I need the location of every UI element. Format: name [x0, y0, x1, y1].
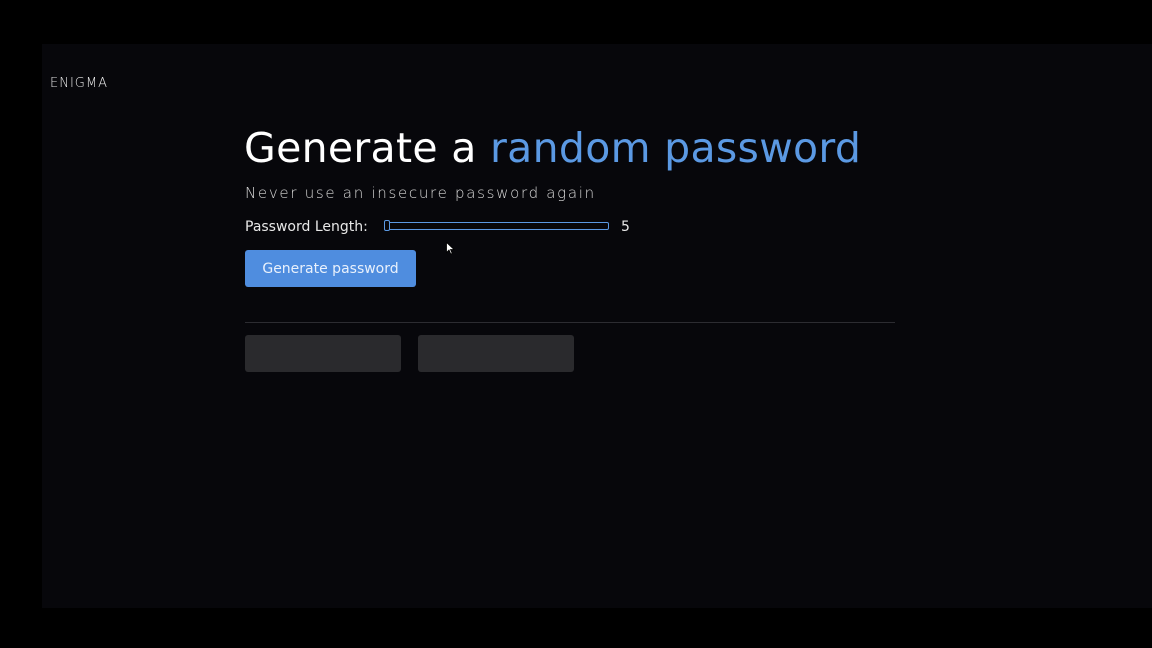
password-result-1[interactable] — [245, 335, 401, 372]
password-length-label: Password Length: — [245, 219, 368, 235]
page-title: Generate a random password — [244, 122, 861, 174]
brand-logo[interactable]: ENIGMA — [50, 75, 108, 93]
slider-thumb[interactable] — [383, 220, 390, 231]
generate-password-button[interactable]: Generate password — [245, 250, 416, 287]
page-title-accent: random password — [490, 124, 862, 172]
arrow-pointer-icon — [446, 242, 455, 255]
password-length-value: 5 — [621, 219, 630, 235]
password-length-control: Password Length: 5 — [245, 217, 665, 237]
divider — [245, 322, 895, 323]
password-result-2[interactable] — [418, 335, 574, 372]
password-length-slider[interactable] — [383, 220, 609, 231]
page-subtitle: Never use an insecure password again — [245, 184, 596, 202]
page-title-plain: Generate a — [244, 124, 477, 172]
